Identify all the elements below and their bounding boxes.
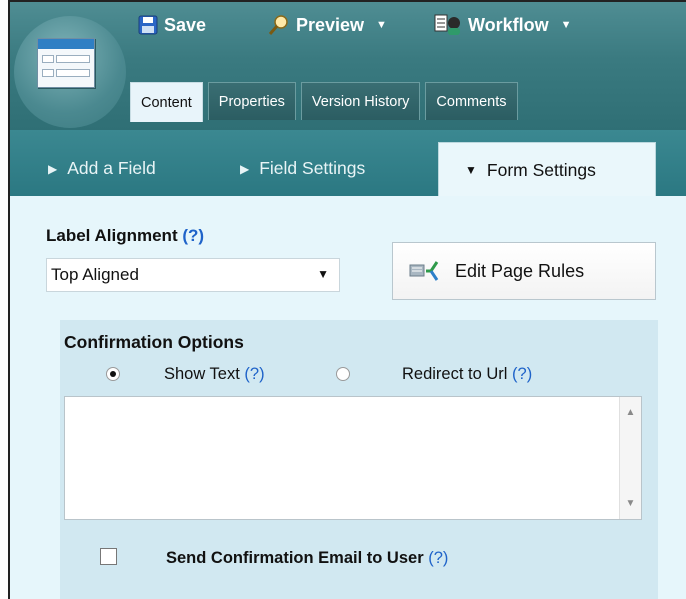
save-button[interactable]: Save <box>138 10 206 40</box>
floppy-disk-icon <box>138 15 158 35</box>
show-text-help-link[interactable]: (?) <box>244 365 264 383</box>
subtab-form-settings[interactable]: ▼ Form Settings <box>438 142 656 197</box>
tab-content[interactable]: Content <box>130 82 203 122</box>
show-text-label: Show Text <box>164 365 240 383</box>
show-text-option: Show Text (?) <box>164 365 265 384</box>
tab-comments-label: Comments <box>436 93 507 110</box>
triangle-down-icon: ▼ <box>465 163 477 177</box>
redirect-url-label: Redirect to Url <box>402 365 508 383</box>
content-tabs: Content Properties Version History Comme… <box>130 82 518 122</box>
confirmation-text-area[interactable]: ▲ ▼ <box>64 396 642 520</box>
subtab-add-a-field[interactable]: ▶ Add a Field <box>48 158 156 179</box>
confirmation-options-title: Confirmation Options <box>64 332 244 352</box>
send-confirmation-email-checkbox[interactable] <box>100 548 117 565</box>
magnifier-icon <box>268 15 288 35</box>
redirect-url-help-link[interactable]: (?) <box>512 365 532 383</box>
label-alignment-label: Label Alignment <box>46 226 178 245</box>
tab-content-label: Content <box>141 94 192 111</box>
label-alignment-select[interactable]: Top Aligned ▼ <box>46 258 340 292</box>
workflow-button[interactable]: Workflow ▼ <box>434 10 572 40</box>
tab-properties[interactable]: Properties <box>207 82 296 120</box>
send-confirmation-email-label: Send Confirmation Email to User <box>166 549 424 567</box>
workflow-icon <box>434 14 460 35</box>
top-toolbar: Save Preview ▼ Workflow ▼ Content Proper… <box>10 2 686 130</box>
workflow-label: Workflow <box>468 14 549 35</box>
confirmation-options-box: Confirmation Options Show Text (?) Redir… <box>60 320 658 599</box>
form-settings-panel: Label Alignment (?) Top Aligned ▼ Edit P… <box>10 196 686 599</box>
subtab-form-settings-label: Form Settings <box>486 159 596 180</box>
tab-comments[interactable]: Comments <box>425 82 518 120</box>
subtab-field-settings-label: Field Settings <box>259 158 366 178</box>
tab-version-history-label: Version History <box>311 93 410 110</box>
subtab-field-settings[interactable]: ▶ Field Settings <box>240 158 365 179</box>
label-alignment-selected: Top Aligned <box>51 265 139 284</box>
preview-label: Preview <box>296 14 365 35</box>
page-rules-icon <box>409 261 439 281</box>
text-area-scrollbar[interactable]: ▲ ▼ <box>619 397 641 519</box>
form-app-icon <box>37 38 95 88</box>
field-tabs-bar: ▶ Add a Field ▶ Field Settings ▼ Form Se… <box>10 130 686 197</box>
edit-page-rules-label: Edit Page Rules <box>455 260 585 281</box>
save-label: Save <box>164 14 207 35</box>
scroll-down-arrow-icon[interactable]: ▼ <box>620 498 641 509</box>
triangle-right-icon: ▶ <box>240 161 250 176</box>
show-text-radio[interactable] <box>106 367 120 381</box>
send-confirmation-email-option: Send Confirmation Email to User (?) <box>166 549 448 568</box>
redirect-url-radio[interactable] <box>336 367 350 381</box>
edit-page-rules-button[interactable]: Edit Page Rules <box>392 242 656 300</box>
label-alignment-help-link[interactable]: (?) <box>182 226 204 245</box>
tab-properties-label: Properties <box>218 93 285 110</box>
subtab-add-a-field-label: Add a Field <box>67 158 156 178</box>
chevron-down-icon: ▼ <box>560 19 572 31</box>
triangle-right-icon: ▶ <box>48 161 58 176</box>
redirect-url-option: Redirect to Url (?) <box>402 365 532 384</box>
tab-version-history[interactable]: Version History <box>300 82 421 120</box>
send-confirmation-email-help-link[interactable]: (?) <box>428 549 448 567</box>
chevron-down-icon: ▼ <box>376 19 387 31</box>
scroll-up-arrow-icon[interactable]: ▲ <box>620 407 641 418</box>
chevron-down-icon: ▼ <box>317 267 329 281</box>
preview-button[interactable]: Preview ▼ <box>268 10 387 40</box>
label-alignment-heading: Label Alignment (?) <box>46 226 204 246</box>
form-editor-window: Save Preview ▼ Workflow ▼ Content Proper… <box>8 0 686 599</box>
